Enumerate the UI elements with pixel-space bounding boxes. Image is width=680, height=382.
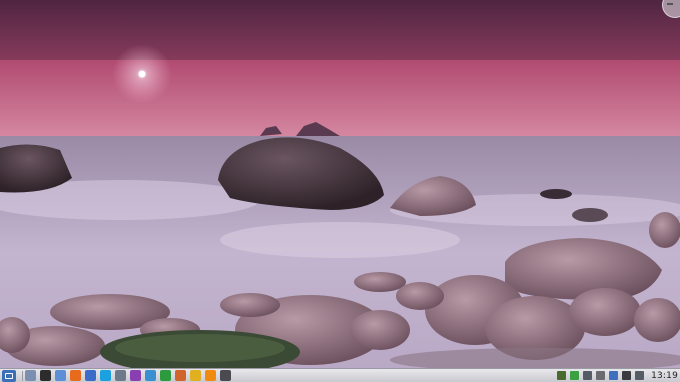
draw-icon[interactable] (190, 370, 201, 381)
vlc-icon[interactable] (205, 370, 216, 381)
files-icon[interactable] (55, 370, 66, 381)
editor-icon[interactable] (115, 370, 126, 381)
arrows-icon[interactable] (557, 371, 567, 380)
skype-icon[interactable] (100, 370, 111, 381)
mail-icon[interactable] (85, 370, 96, 381)
tray-icons (553, 371, 645, 380)
volume-icon[interactable] (596, 371, 606, 380)
toolbox-icon (667, 3, 673, 5)
quick-launch-bar (25, 370, 235, 381)
wifi-icon[interactable] (622, 371, 632, 380)
terminal-icon[interactable] (40, 370, 51, 381)
browser-icon[interactable] (70, 370, 81, 381)
image-icon[interactable] (220, 370, 231, 381)
clock[interactable]: 13:19 (651, 371, 678, 381)
desktop-icon[interactable] (25, 370, 36, 381)
calc-icon[interactable] (160, 370, 171, 381)
desktop-wallpaper (0, 0, 680, 368)
system-tray: 13:19 (553, 369, 678, 382)
kde-menu-icon[interactable] (2, 369, 16, 382)
impress-icon[interactable] (175, 370, 186, 381)
info-icon[interactable] (609, 371, 619, 380)
network-icon[interactable] (583, 371, 593, 380)
shield-check-icon[interactable] (570, 371, 580, 380)
separator (22, 370, 23, 381)
writer-icon[interactable] (145, 370, 156, 381)
chat-icon[interactable] (130, 370, 141, 381)
taskbar-panel: 13:19 (0, 368, 680, 382)
expand-arrow-icon[interactable] (635, 371, 645, 380)
wallpaper-image (0, 0, 680, 368)
